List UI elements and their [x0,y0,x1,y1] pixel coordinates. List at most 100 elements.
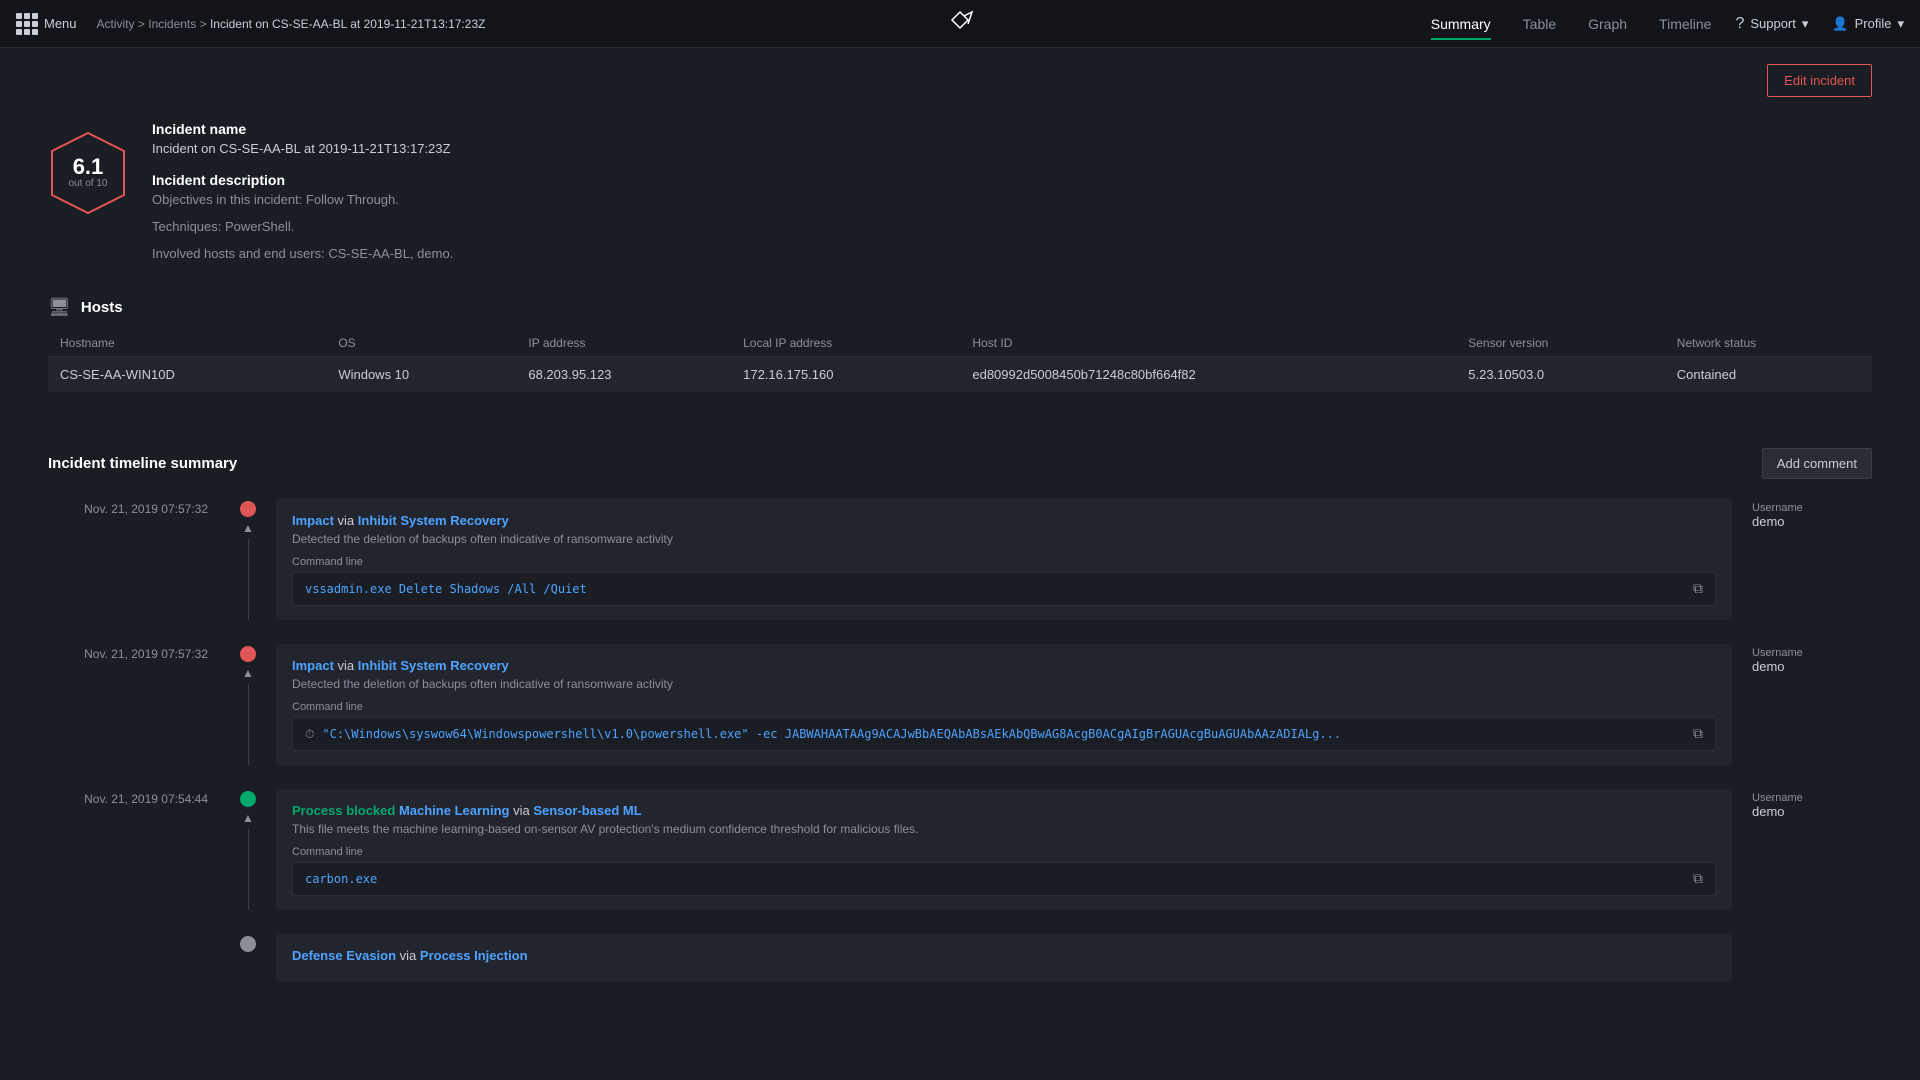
copy-icon-3[interactable]: ⧉ [1693,871,1703,887]
event-title-2: Impact via Inhibit System Recovery [292,658,1716,673]
cell-sensor-version: 5.23.10503.0 [1456,357,1665,393]
tl-time-3: Nov. 21, 2019 07:54:44 [48,789,228,910]
tl-time-1: Nov. 21, 2019 07:57:32 [48,499,228,620]
monitor-icon: 🖥 [48,297,71,318]
cell-os: Windows 10 [326,357,516,393]
tl-dot-col-2: ▲ [228,644,268,765]
breadcrumb-incidents[interactable]: Incidents [148,17,196,31]
tl-user-2: Username demo [1732,644,1872,765]
col-ip: IP address [516,330,731,357]
col-network-status: Network status [1665,330,1872,357]
timeline-event-2: Nov. 21, 2019 07:57:32 ▲ Impact via Inhi… [48,644,1872,765]
tab-graph[interactable]: Graph [1588,12,1627,36]
tl-username-val-2: demo [1752,659,1872,674]
app-logo [940,10,980,37]
cmd-box-1: vssadmin.exe Delete Shadows /All /Quiet … [292,572,1716,606]
support-chevron-icon: ▾ [1802,16,1809,32]
tl-dot-4 [240,936,256,952]
cell-network-status: Contained [1665,357,1872,393]
tl-user-1: Username demo [1732,499,1872,620]
tl-dot-col-1: ▲ [228,499,268,620]
incident-desc-line1: Objectives in this incident: Follow Thro… [152,192,1872,207]
hosts-table: Hostname OS IP address Local IP address … [48,330,1872,392]
hosts-title: Hosts [81,299,123,316]
page-tabs: Summary Table Graph Timeline [1431,12,1712,36]
tl-user-3: Username demo [1732,789,1872,910]
cmd-label-2: Command line [292,701,1716,713]
timeline-card-4: Defense Evasion via Process Injection [276,934,1732,981]
incident-desc-line2: Techniques: PowerShell. [152,219,1872,234]
tl-dot-3 [240,791,256,807]
event-desc-1: Detected the deletion of backups often i… [292,532,1716,546]
profile-chevron-icon: ▾ [1897,16,1904,32]
tl-username-val-3: demo [1752,804,1872,819]
event-technique-3a: Machine Learning [399,803,510,818]
tl-dot-col-3: ▲ [228,789,268,910]
clock-icon-2: ⏱ [305,727,314,742]
tab-summary[interactable]: Summary [1431,12,1491,36]
menu-label: Menu [44,16,77,31]
cmd-text-1: vssadmin.exe Delete Shadows /All /Quiet [305,582,1685,596]
timeline-event-3: Nov. 21, 2019 07:54:44 ▲ Process blocked… [48,789,1872,910]
copy-icon-2[interactable]: ⧉ [1693,726,1703,742]
grid-icon [16,13,38,35]
timeline-card-3: Process blocked Machine Learning via Sen… [276,789,1732,910]
top-navigation: Menu Activity > Incidents > Incident on … [0,0,1920,48]
table-row: CS-SE-AA-WIN10D Windows 10 68.203.95.123… [48,357,1872,393]
tl-content-4: Defense Evasion via Process Injection [268,934,1732,981]
breadcrumb-current: Incident on CS-SE-AA-BL at 2019-11-21T13… [210,17,486,31]
incident-name-title: Incident name [152,121,1872,137]
score-hexagon: 6.1 out of 10 [48,129,128,217]
incident-name-value: Incident on CS-SE-AA-BL at 2019-11-21T13… [152,141,1872,156]
tl-dot-1 [240,501,256,517]
event-title-3: Process blocked Machine Learning via Sen… [292,803,1716,818]
incident-desc-line3: Involved hosts and end users: CS-SE-AA-B… [152,246,1872,261]
edit-incident-button[interactable]: Edit incident [1767,64,1872,97]
hosts-header: 🖥 Hosts [48,297,1872,318]
question-icon: ? [1735,15,1744,33]
copy-icon-1[interactable]: ⧉ [1693,581,1703,597]
tab-table[interactable]: Table [1523,12,1556,36]
cmd-box-2: ⏱ "C:\Windows\syswow64\Windowspowershell… [292,717,1716,751]
event-technique-3b: Sensor-based ML [533,803,641,818]
tl-content-1: Impact via Inhibit System Recovery Detec… [268,499,1732,620]
breadcrumb-activity[interactable]: Activity [97,17,135,31]
col-sensor-version: Sensor version [1456,330,1665,357]
cmd-box-3: carbon.exe ⧉ [292,862,1716,896]
event-technique-1: Inhibit System Recovery [358,513,509,528]
page-body: Edit incident 6.1 out of 10 Incident nam… [0,48,1920,1021]
add-comment-button[interactable]: Add comment [1762,448,1872,479]
timeline-event-1: Nov. 21, 2019 07:57:32 ▲ Impact via Inhi… [48,499,1872,620]
tab-timeline[interactable]: Timeline [1659,12,1711,36]
tl-content-3: Process blocked Machine Learning via Sen… [268,789,1732,910]
tl-username-val-1: demo [1752,514,1872,529]
cell-ip: 68.203.95.123 [516,357,731,393]
timeline-header: Incident timeline summary Add comment [48,448,1872,479]
cmd-label-1: Command line [292,556,1716,568]
event-technique-2: Inhibit System Recovery [358,658,509,673]
score-value: 6.1 [69,156,108,178]
cell-host-id: ed80992d5008450b71248c80bf664f82 [960,357,1456,393]
event-title-1: Impact via Inhibit System Recovery [292,513,1716,528]
col-host-id: Host ID [960,330,1456,357]
timeline-card-2: Impact via Inhibit System Recovery Detec… [276,644,1732,765]
support-button[interactable]: ? Support ▾ [1735,15,1808,33]
col-hostname: Hostname [48,330,326,357]
menu-button[interactable]: Menu [16,13,77,35]
cell-hostname: CS-SE-AA-WIN10D [48,357,326,393]
col-local-ip: Local IP address [731,330,960,357]
top-actions: Edit incident [48,48,1872,121]
event-tactic-1: Impact [292,513,334,528]
timeline-card-1: Impact via Inhibit System Recovery Detec… [276,499,1732,620]
tl-content-2: Impact via Inhibit System Recovery Detec… [268,644,1732,765]
event-desc-2: Detected the deletion of backups often i… [292,677,1716,691]
score-label: out of 10 [69,178,108,189]
nav-right: Summary Table Graph Timeline ? Support ▾… [1431,12,1904,36]
cmd-text-2: "C:\Windows\syswow64\Windowspowershell\v… [322,727,1685,741]
profile-button[interactable]: 👤 Profile ▾ [1832,16,1904,32]
timeline-event-4-partial: Defense Evasion via Process Injection [48,934,1872,981]
tl-time-2: Nov. 21, 2019 07:57:32 [48,644,228,765]
tl-dot-2 [240,646,256,662]
event-blocked-3: Process blocked [292,803,395,818]
timeline-title: Incident timeline summary [48,455,237,472]
